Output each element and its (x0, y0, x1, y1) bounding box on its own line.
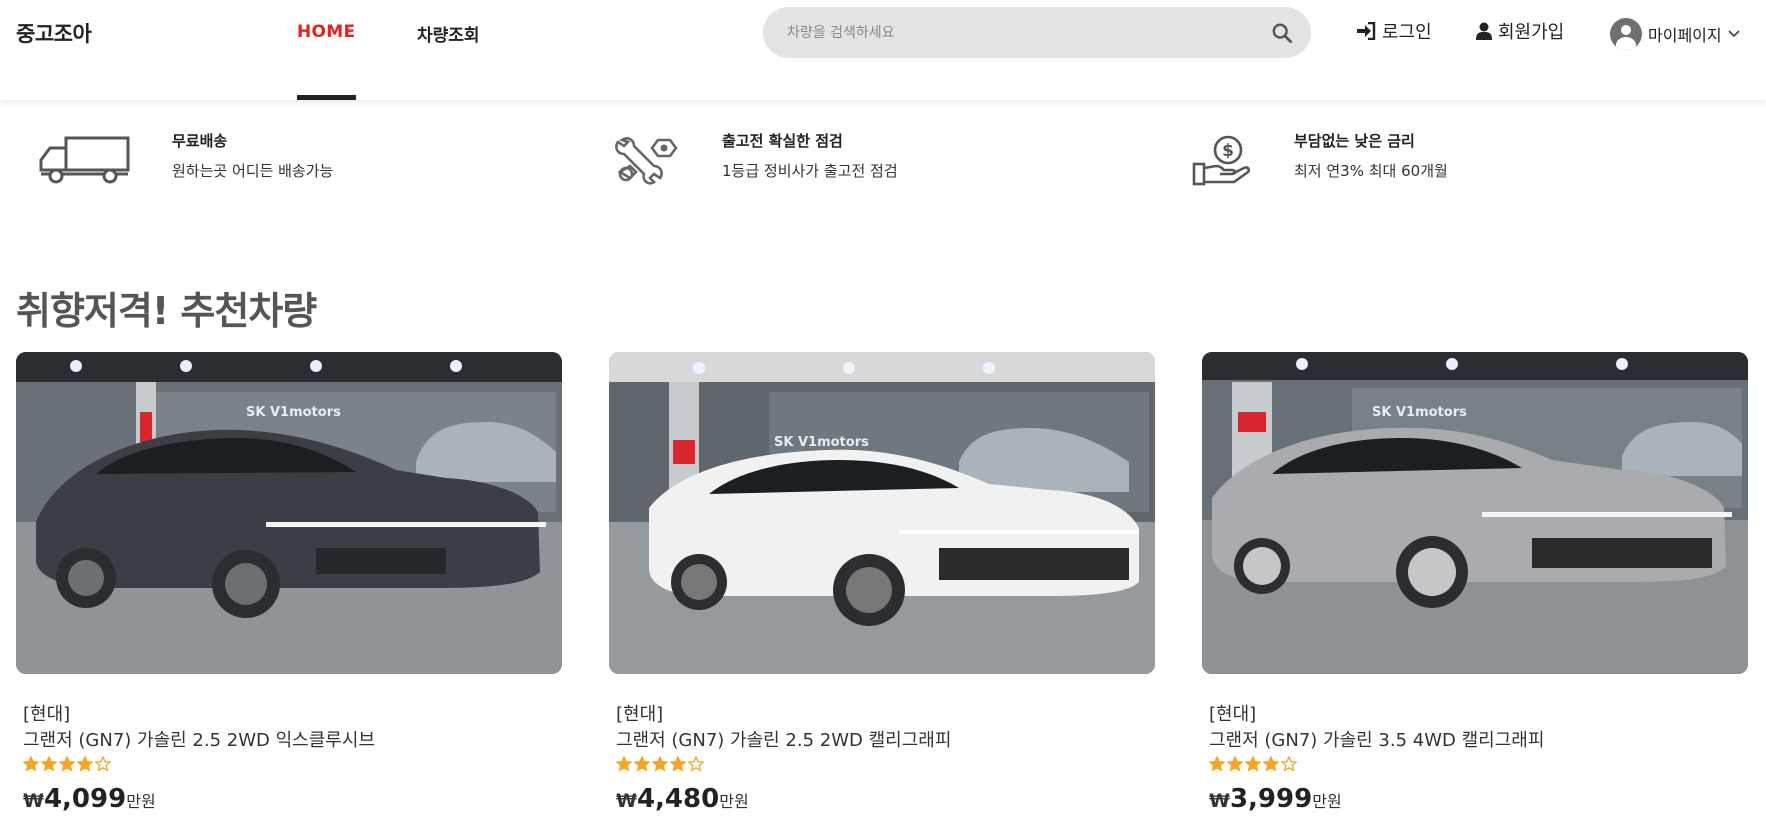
site-logo[interactable]: 중고조아 (16, 18, 92, 48)
active-tab-indicator (297, 95, 356, 100)
car-photo[interactable]: SK V1motors (609, 352, 1155, 674)
star-rating (616, 756, 704, 772)
feature-title: 무료배송 (172, 132, 228, 150)
search-icon[interactable] (1271, 22, 1293, 44)
price-amount: 3,999 (1229, 784, 1313, 814)
star-filled-icon (634, 756, 650, 772)
dealer-sign: SK V1motors (1372, 405, 1467, 420)
tools-icon (615, 137, 678, 185)
car-model[interactable]: 그랜저 (GN7) 가솔린 2.5 2WD 익스클루시브 (23, 726, 375, 752)
feature-desc: 최저 연3% 최대 60개월 (1294, 162, 1448, 180)
currency-symbol: ₩ (23, 790, 44, 812)
section-title: 취향저격! 추천차량 (16, 289, 317, 333)
car-brand: [현대] (616, 704, 664, 725)
mypage-label: 마이페이지 (1648, 26, 1722, 45)
star-empty-icon (1281, 756, 1297, 772)
star-filled-icon (77, 756, 93, 772)
car-price: ₩3,999만원 (1209, 784, 1342, 814)
price-unit: 만원 (1312, 792, 1342, 811)
car-price: ₩4,099만원 (23, 784, 156, 814)
chevron-down-icon (1728, 30, 1740, 38)
money-hand-icon: $ (1192, 135, 1251, 186)
currency-symbol: ₩ (616, 790, 637, 812)
search-input[interactable] (787, 7, 1257, 58)
star-filled-icon (1209, 756, 1225, 772)
dealer-sign: SK V1motors (246, 405, 341, 420)
star-filled-icon (670, 756, 686, 772)
feature-low-interest: $ 부담없는 낮은 금리 최저 연3% 최대 60개월 (1192, 128, 1712, 188)
star-rating (1209, 756, 1297, 772)
star-empty-icon (688, 756, 704, 772)
car-photo-image: SK V1motors (1202, 352, 1748, 674)
car-brand: [현대] (23, 704, 71, 725)
star-rating (23, 756, 111, 772)
mypage-menu[interactable]: 마이페이지 (1610, 18, 1740, 50)
car-model[interactable]: 그랜저 (GN7) 가솔린 2.5 2WD 캘리그래피 (616, 726, 951, 752)
signup-link[interactable]: 회원가입 (1476, 18, 1564, 44)
feature-desc: 원하는곳 어디든 배송가능 (172, 162, 334, 180)
star-filled-icon (59, 756, 75, 772)
sign-in-icon (1357, 22, 1376, 40)
feature-free-delivery: 무료배송 원하는곳 어디든 배송가능 (38, 128, 558, 188)
star-filled-icon (1227, 756, 1243, 772)
avatar (1610, 18, 1642, 50)
star-filled-icon (1245, 756, 1261, 772)
car-model[interactable]: 그랜저 (GN7) 가솔린 3.5 4WD 캘리그래피 (1209, 726, 1544, 752)
feature-title: 출고전 확실한 점검 (722, 132, 843, 150)
car-brand: [현대] (1209, 704, 1257, 725)
star-filled-icon (652, 756, 668, 772)
user-icon (1476, 22, 1492, 40)
star-filled-icon (616, 756, 632, 772)
price-amount: 4,480 (636, 784, 720, 814)
star-filled-icon (41, 756, 57, 772)
star-filled-icon (23, 756, 39, 772)
car-photo[interactable]: SK V1motors (16, 352, 562, 674)
star-filled-icon (1263, 756, 1279, 772)
nav-home[interactable]: HOME (297, 22, 355, 42)
car-photo[interactable]: SK V1motors (1202, 352, 1748, 674)
top-header: 중고조아 HOME 차량조회 로그인 회원가입 마이페이지 (0, 0, 1766, 100)
car-photo-image: SK V1motors (609, 352, 1155, 674)
car-photo-image: SK V1motors (16, 352, 562, 674)
truck-icon (39, 136, 130, 184)
price-unit: 만원 (126, 792, 156, 811)
signup-label: 회원가입 (1498, 22, 1565, 43)
feature-desc: 1등급 정비사가 출고전 점검 (722, 162, 898, 180)
feature-title: 부담없는 낮은 금리 (1294, 132, 1415, 150)
price-unit: 만원 (719, 792, 749, 811)
dealer-sign: SK V1motors (774, 435, 869, 450)
login-link[interactable]: 로그인 (1356, 18, 1432, 44)
svg-text:$: $ (1222, 141, 1234, 161)
star-empty-icon (95, 756, 111, 772)
feature-inspection: 출고전 확실한 점검 1등급 정비사가 출고전 점검 (614, 128, 1134, 188)
car-price: ₩4,480만원 (616, 784, 749, 814)
login-label: 로그인 (1382, 22, 1432, 43)
currency-symbol: ₩ (1209, 790, 1230, 812)
search-box (763, 7, 1311, 58)
nav-search-cars[interactable]: 차량조회 (417, 21, 480, 46)
price-amount: 4,099 (43, 784, 127, 814)
